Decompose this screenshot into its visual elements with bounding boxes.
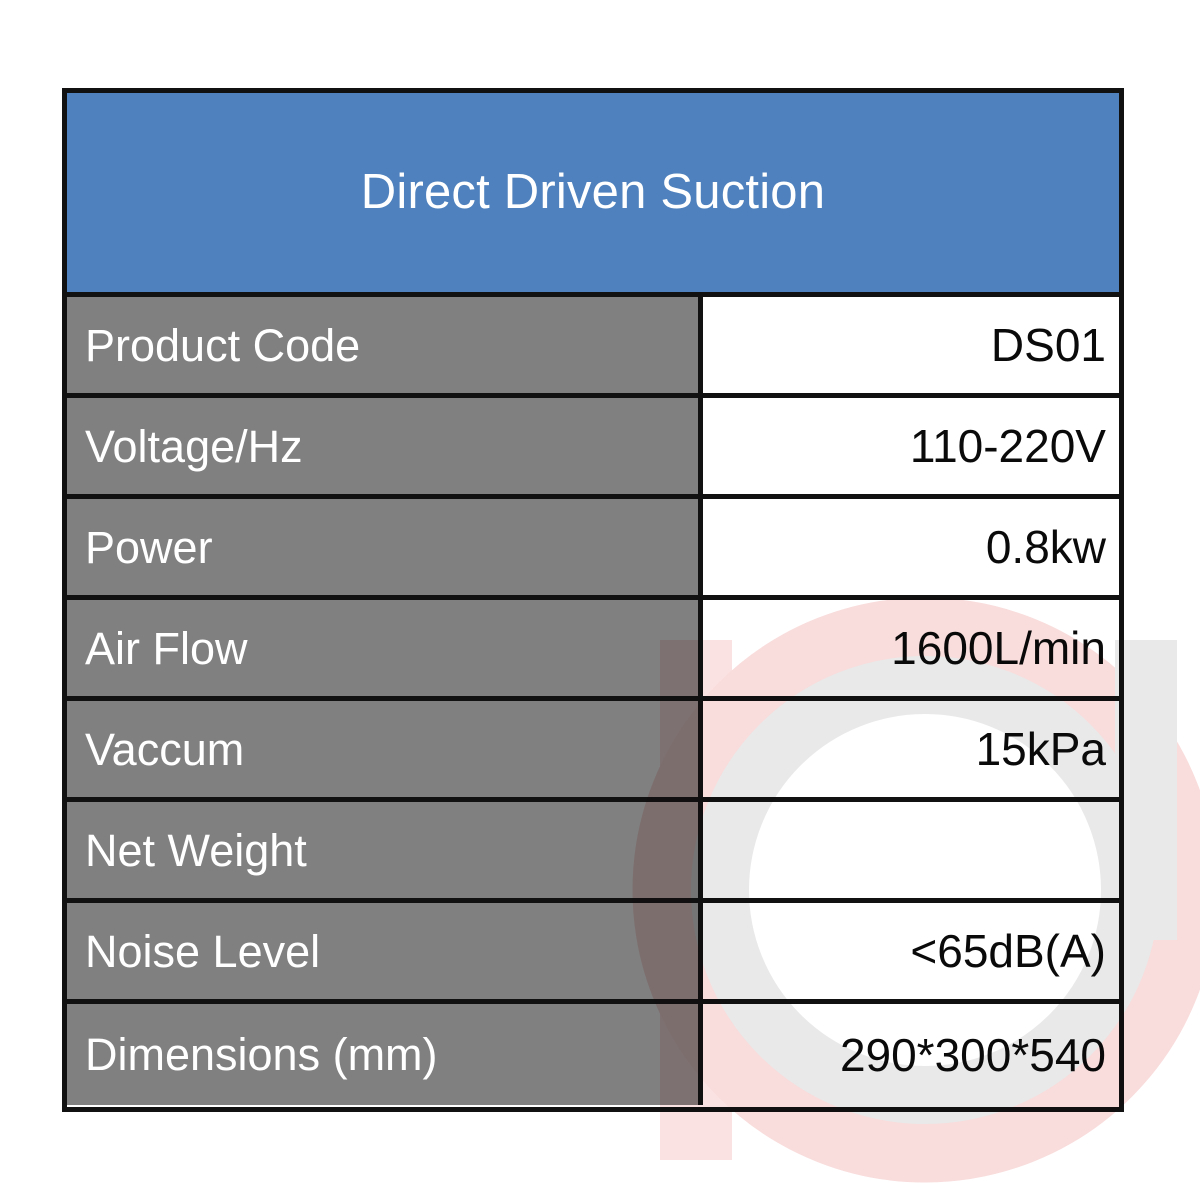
row-label: Product Code <box>67 297 703 393</box>
table-row: Voltage/Hz 110-220V <box>67 398 1119 499</box>
row-value: 290*300*540 <box>703 1004 1119 1105</box>
page-canvas: Direct Driven Suction Product Code DS01 … <box>0 0 1200 1200</box>
row-value: 0.8kw <box>703 499 1119 595</box>
row-label: Net Weight <box>67 802 703 898</box>
row-label: Air Flow <box>67 600 703 696</box>
specification-rows: Product Code DS01 Voltage/Hz 110-220V Po… <box>67 297 1119 1105</box>
specification-table: Direct Driven Suction Product Code DS01 … <box>62 88 1124 1112</box>
row-value <box>703 802 1119 898</box>
row-value: 15kPa <box>703 701 1119 797</box>
table-row: Power 0.8kw <box>67 499 1119 600</box>
row-value: <65dB(A) <box>703 903 1119 999</box>
row-label: Power <box>67 499 703 595</box>
row-value: 1600L/min <box>703 600 1119 696</box>
table-row: Air Flow 1600L/min <box>67 600 1119 701</box>
table-row: Dimensions (mm) 290*300*540 <box>67 1004 1119 1105</box>
page-title: Direct Driven Suction <box>360 165 826 219</box>
row-label: Voltage/Hz <box>67 398 703 494</box>
row-value: DS01 <box>703 297 1119 393</box>
table-row: Vaccum 15kPa <box>67 701 1119 802</box>
table-row: Product Code DS01 <box>67 297 1119 398</box>
row-label: Dimensions (mm) <box>67 1004 703 1105</box>
watermark-right-stroke <box>1115 640 1177 940</box>
row-value: 110-220V <box>703 398 1119 494</box>
table-row: Noise Level <65dB(A) <box>67 903 1119 1004</box>
table-row: Net Weight <box>67 802 1119 903</box>
row-label: Vaccum <box>67 701 703 797</box>
row-label: Noise Level <box>67 903 703 999</box>
table-header: Direct Driven Suction <box>67 93 1119 297</box>
